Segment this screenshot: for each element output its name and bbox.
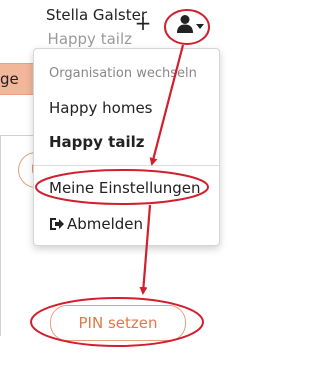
plus-icon[interactable]: + <box>133 12 153 34</box>
user-dropdown-menu: Organisation wechseln Happy homes Happy … <box>33 48 220 246</box>
user-menu-button[interactable] <box>172 11 208 41</box>
logout-label: Abmelden <box>67 215 144 233</box>
organisation-switch-label: Organisation wechseln <box>49 66 197 81</box>
user-name: Stella Galster <box>45 6 147 24</box>
current-organisation: Happy tailz <box>47 30 132 48</box>
user-icon <box>177 15 193 33</box>
logout-icon <box>50 218 64 230</box>
logout-item[interactable]: Abmelden <box>49 215 143 233</box>
organisation-item-happy-tailz[interactable]: Happy tailz <box>49 133 144 151</box>
background-tab-label: ge <box>0 70 19 88</box>
caret-down-icon <box>196 24 204 29</box>
background-tab: ge <box>0 63 33 95</box>
pin-setzen-button[interactable]: PIN setzen <box>50 305 186 341</box>
my-settings-item[interactable]: Meine Einstellungen <box>49 179 201 197</box>
menu-divider <box>34 165 219 166</box>
organisation-item-happy-homes[interactable]: Happy homes <box>49 99 153 117</box>
